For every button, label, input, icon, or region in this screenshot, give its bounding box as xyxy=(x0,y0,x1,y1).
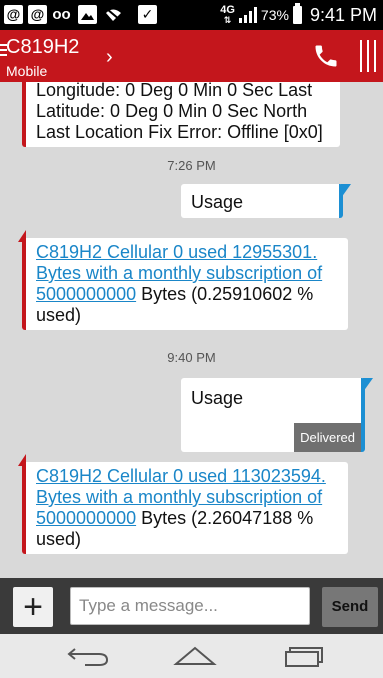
recent-apps-icon[interactable] xyxy=(278,644,328,668)
network-type: 4G ⇅ xyxy=(220,4,235,26)
incoming-message[interactable]: C819H2 Cellular 0 used 12955301. Bytes w… xyxy=(18,230,348,330)
compose-bar: + Send xyxy=(0,578,383,634)
message-text: Usage xyxy=(191,192,244,212)
timestamp: 7:26 PM xyxy=(167,158,216,173)
app-bar: C819H2 Mobile › xyxy=(0,30,383,82)
message-text: Usage xyxy=(191,388,244,408)
clipboard-check-icon: ✓ xyxy=(138,5,157,24)
overflow-menu-icon[interactable] xyxy=(360,40,376,72)
incoming-message[interactable]: C819H2 Cellular 0 used 113023594. Bytes … xyxy=(18,454,348,554)
wifi-off-icon xyxy=(104,5,123,24)
voicemail-icon: oo xyxy=(52,5,71,24)
timestamp: 9:40 PM xyxy=(167,350,216,365)
incoming-message[interactable]: Longitude: 0 Deg 0 Min 0 Sec Last Latitu… xyxy=(22,82,340,147)
signal-icon xyxy=(238,7,257,23)
at-icon: @ xyxy=(4,5,23,24)
message-thread[interactable]: Longitude: 0 Deg 0 Min 0 Sec Last Latitu… xyxy=(0,82,383,578)
send-button[interactable]: Send xyxy=(322,587,378,627)
status-bar: @ @ oo ✓ 4G ⇅ 73% 9:41 PM xyxy=(0,0,383,30)
image-icon xyxy=(78,5,97,24)
message-text: Longitude: 0 Deg 0 Min 0 Sec Last Latitu… xyxy=(36,82,323,142)
outgoing-message[interactable]: Usage xyxy=(181,184,351,218)
clock: 9:41 PM xyxy=(309,4,377,25)
status-right: 4G ⇅ 73% 9:41 PM xyxy=(220,0,377,30)
at-icon: @ xyxy=(28,5,47,24)
battery-percent: 73% xyxy=(260,7,289,23)
chevron-right-icon[interactable]: › xyxy=(106,46,113,69)
navigation-bar xyxy=(0,634,383,678)
phone-icon[interactable] xyxy=(312,42,340,70)
battery-icon xyxy=(292,3,302,24)
back-icon[interactable] xyxy=(65,644,115,668)
message-input[interactable] xyxy=(70,587,310,625)
delivered-badge: Delivered xyxy=(294,423,361,452)
home-icon[interactable] xyxy=(170,644,220,668)
contact-subtitle: Mobile xyxy=(6,63,48,79)
contact-name[interactable]: C819H2 xyxy=(6,36,79,59)
outgoing-message[interactable]: Usage Delivered xyxy=(181,378,373,452)
attach-button[interactable]: + xyxy=(13,587,53,627)
